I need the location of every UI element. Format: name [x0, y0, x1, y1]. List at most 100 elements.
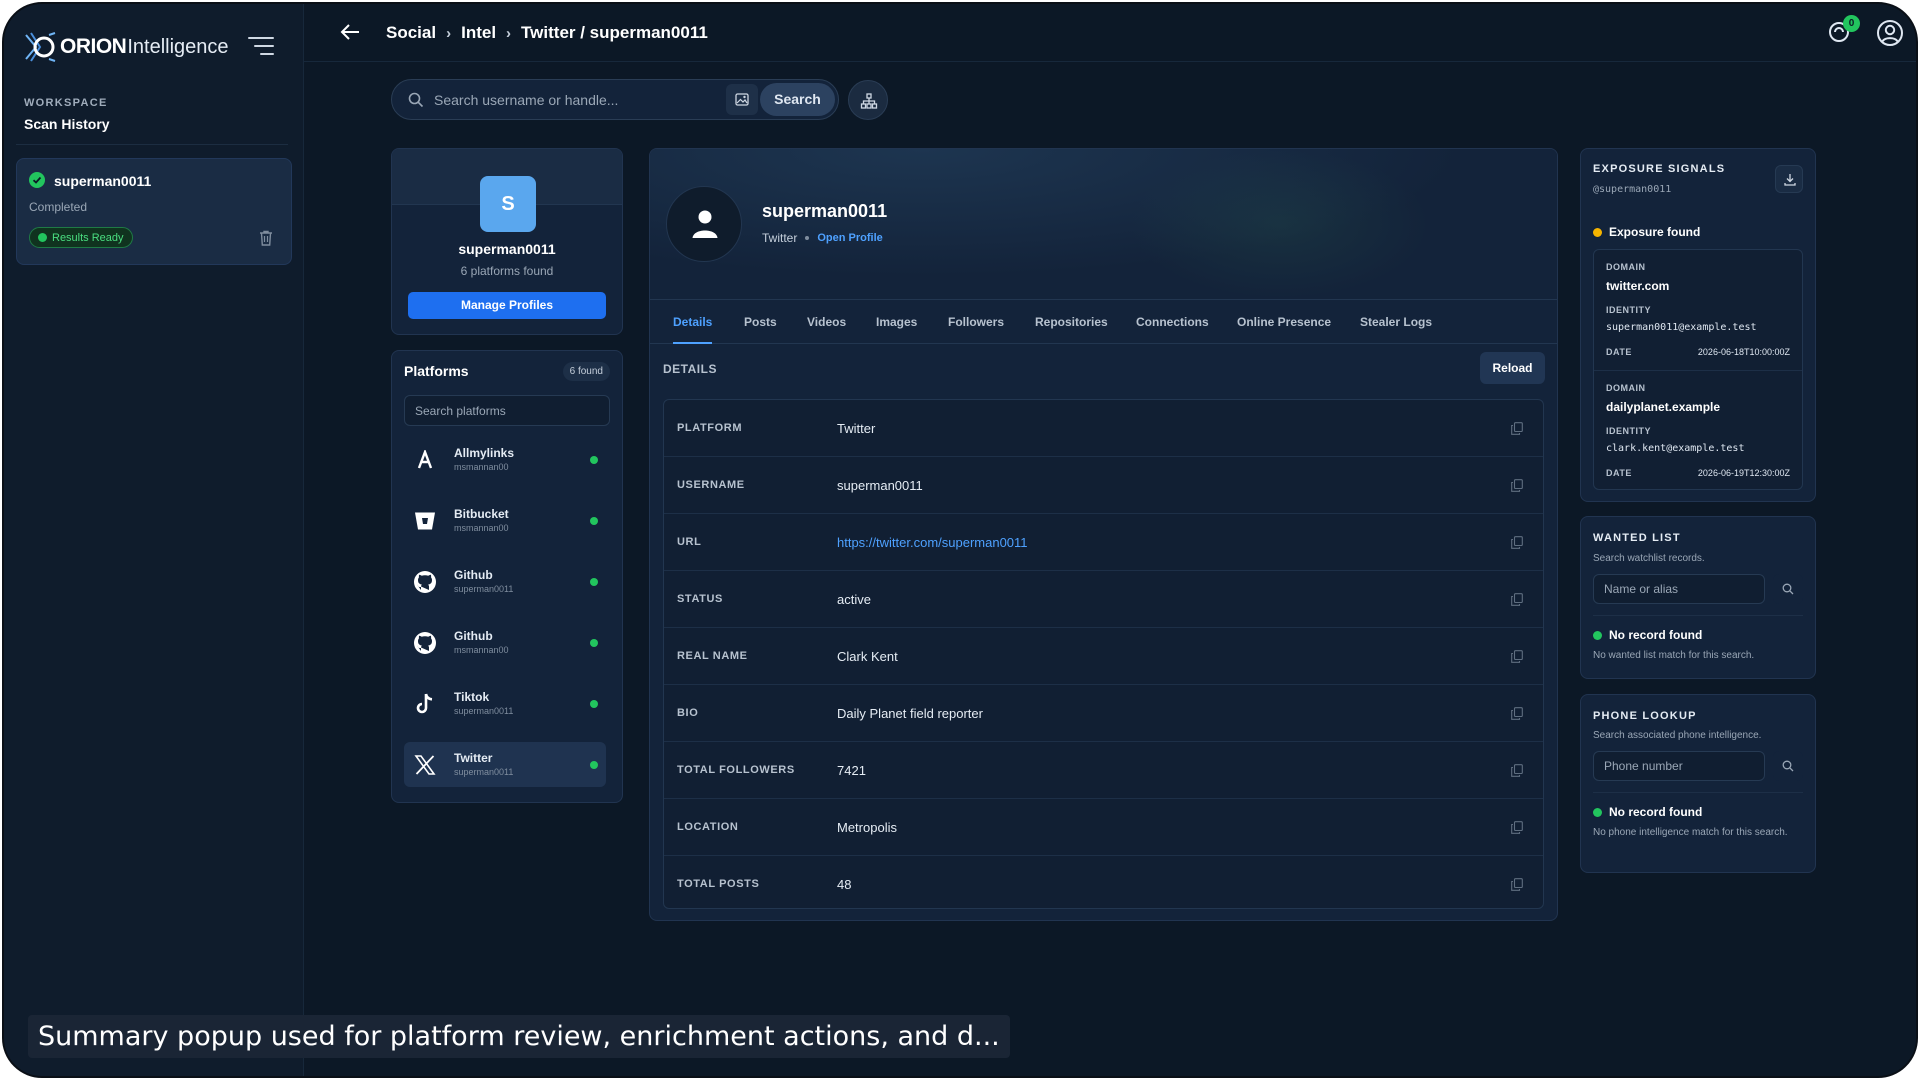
copy-icon[interactable] [1511, 821, 1523, 834]
detail-row: REAL NAME Clark Kent [664, 628, 1543, 685]
copy-icon[interactable] [1511, 422, 1523, 435]
reload-button[interactable]: Reload [1480, 352, 1545, 384]
tab-details[interactable]: Details [673, 300, 713, 344]
search-icon [1782, 583, 1794, 595]
github-icon [410, 567, 440, 597]
platform-name: Github [454, 568, 493, 582]
status-dot-icon [590, 456, 598, 464]
status-dot-icon [590, 578, 598, 586]
platform-username: msmannan00 [454, 645, 509, 655]
wanted-result-text: No record found [1609, 628, 1703, 642]
open-profile-link[interactable]: Open Profile [817, 232, 882, 244]
tab-posts[interactable]: Posts [744, 300, 777, 344]
platform-username: superman0011 [454, 584, 514, 594]
search-icon [408, 92, 424, 108]
detail-tabs: Details Posts Videos Images Followers Re… [650, 299, 1557, 344]
search-icon [1782, 760, 1794, 772]
profile-url-link[interactable]: https://twitter.com/superman0011 [837, 535, 1028, 550]
status-dot-icon [590, 517, 598, 525]
tab-repositories[interactable]: Repositories [1035, 300, 1108, 344]
detail-value: active [837, 592, 871, 607]
platform-name: Bitbucket [454, 507, 509, 521]
user-account-icon[interactable] [1876, 19, 1904, 47]
phone-number-input[interactable] [1593, 751, 1765, 781]
exposure-status: Exposure found [1593, 225, 1700, 239]
scan-history-title: Scan History [24, 116, 110, 132]
tab-stealer-logs[interactable]: Stealer Logs [1360, 300, 1432, 344]
image-search-button[interactable] [726, 84, 758, 115]
platform-item[interactable]: Github msmannan00 [404, 620, 606, 665]
platform-name: Tiktok [454, 690, 490, 704]
profile-picture [666, 186, 742, 262]
success-dot-icon [1593, 807, 1602, 817]
detail-row: TOTAL POSTS 48 [664, 856, 1543, 913]
copy-icon[interactable] [1511, 707, 1523, 720]
wanted-title: WANTED LIST [1593, 532, 1681, 544]
breadcrumb-current: Twitter / superman0011 [521, 23, 708, 42]
tab-online-presence[interactable]: Online Presence [1237, 300, 1331, 344]
copy-icon[interactable] [1511, 479, 1523, 492]
phone-search-button[interactable] [1773, 751, 1803, 781]
profile-subline: Twitter Open Profile [762, 231, 883, 245]
logo-wordmark-light: Intelligence [127, 35, 229, 58]
graph-view-button[interactable] [848, 80, 888, 120]
detail-row: LOCATION Metropolis [664, 799, 1543, 856]
details-table: PLATFORM Twitter USERNAME superman0011 U… [663, 399, 1544, 909]
download-icon [1784, 174, 1796, 186]
exposure-identity: clark.kent@example.test [1606, 443, 1745, 454]
results-ready-badge: Results Ready [29, 227, 133, 248]
profile-name: superman0011 [458, 241, 556, 257]
exposure-item: DOMAIN twitter.com IDENTITY superman0011… [1594, 250, 1802, 371]
orion-logo-icon [25, 32, 56, 62]
copy-icon[interactable] [1511, 536, 1523, 549]
sidebar-divider [16, 144, 288, 145]
tiktok-icon [410, 689, 440, 719]
phone-result-text: No record found [1609, 805, 1703, 819]
scan-history-item[interactable]: superman0011 Completed Results Ready [16, 158, 292, 265]
download-button[interactable] [1775, 165, 1803, 193]
profile-username: superman0011 [762, 201, 888, 221]
detail-value: Twitter [837, 421, 876, 436]
breadcrumb-social[interactable]: Social [386, 23, 436, 43]
allmylinks-icon [410, 445, 440, 475]
bullet-separator [805, 236, 810, 240]
chevron-right-icon: › [446, 24, 452, 42]
copy-icon[interactable] [1511, 878, 1523, 891]
manage-profiles-button[interactable]: Manage Profiles [408, 292, 606, 319]
copy-icon[interactable] [1511, 650, 1523, 663]
wanted-search-button[interactable] [1773, 574, 1803, 604]
platform-item[interactable]: Allmylinks msmannan00 [404, 437, 606, 482]
hamburger-menu-icon[interactable] [248, 35, 274, 57]
profile-detail-panel: superman0011 Twitter Open Profile Detail… [649, 148, 1558, 921]
detail-key: BIO [677, 707, 699, 719]
profile-summary-card: S superman0011 6 platforms found Manage … [391, 148, 623, 335]
detail-row: BIO Daily Planet field reporter [664, 685, 1543, 742]
topbar: Social › Intel › Twitter / superman0011 … [304, 4, 1916, 62]
search-button[interactable]: Search [760, 83, 835, 116]
platform-search-input[interactable] [404, 395, 610, 426]
wanted-result: No record found [1593, 628, 1702, 642]
domain-label: DOMAIN [1606, 383, 1646, 393]
back-arrow-icon[interactable] [340, 23, 360, 41]
exposure-handle: @superman0011 [1593, 184, 1672, 195]
tab-videos[interactable]: Videos [807, 300, 846, 344]
status-dot-icon [590, 700, 598, 708]
date-label: DATE [1606, 347, 1632, 357]
platforms-count-badge: 6 found [562, 362, 610, 381]
tab-followers[interactable]: Followers [948, 300, 1004, 344]
tab-connections[interactable]: Connections [1136, 300, 1209, 344]
search-input[interactable] [434, 80, 704, 119]
copy-icon[interactable] [1511, 764, 1523, 777]
tab-images[interactable]: Images [876, 300, 917, 344]
detail-value: superman0011 [837, 478, 923, 493]
trash-icon[interactable] [259, 230, 273, 246]
copy-icon[interactable] [1511, 593, 1523, 606]
platform-item-selected[interactable]: Twitter superman0011 [404, 742, 606, 787]
wanted-search-input[interactable] [1593, 574, 1765, 604]
detail-value: Clark Kent [837, 649, 898, 664]
platform-item[interactable]: Tiktok superman0011 [404, 681, 606, 726]
platform-item[interactable]: Github superman0011 [404, 559, 606, 604]
platform-item[interactable]: Bitbucket msmannan00 [404, 498, 606, 543]
breadcrumb-intel[interactable]: Intel [461, 23, 496, 43]
detail-row: USERNAME superman0011 [664, 457, 1543, 514]
